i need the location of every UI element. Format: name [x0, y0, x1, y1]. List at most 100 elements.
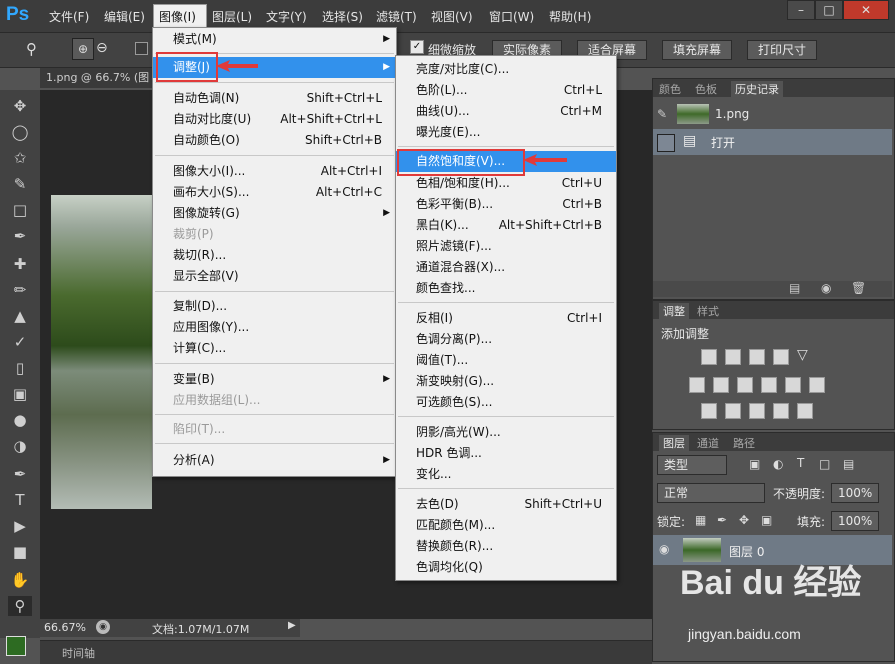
lock-pixels-icon[interactable]: ▦ — [695, 513, 706, 527]
history-step-checkbox[interactable] — [657, 134, 675, 152]
marquee-tool-icon[interactable]: ◯ — [8, 122, 32, 142]
menu-item-shadows-highlights[interactable]: 阴影/高光(W)... — [396, 422, 616, 443]
menu-item-image-rotation[interactable]: 图像旋转(G) ▶ — [153, 203, 396, 224]
menu-item-variations[interactable]: 变化... — [396, 464, 616, 485]
tab-color[interactable]: 颜色 — [659, 81, 681, 97]
invert-adjust-icon[interactable] — [701, 403, 717, 419]
hue-adjust-icon[interactable] — [689, 377, 705, 393]
status-menu-arrow-icon[interactable]: ▶ — [288, 620, 296, 631]
menu-item-photo-filter[interactable]: 照片滤镜(F)... — [396, 236, 616, 257]
channel-mixer-adjust-icon[interactable] — [785, 377, 801, 393]
tab-channels[interactable]: 通道 — [697, 435, 719, 451]
quick-select-tool-icon[interactable]: ✎ — [8, 174, 32, 194]
menu-image[interactable]: 图像(I) — [159, 8, 196, 25]
menu-help[interactable]: 帮助(H) — [549, 8, 591, 25]
menu-item-analysis[interactable]: 分析(A) ▶ — [153, 450, 396, 471]
selective-color-adjust-icon[interactable] — [797, 403, 813, 419]
move-tool-icon[interactable]: ✥ — [8, 96, 32, 116]
tab-swatches[interactable]: 色板 — [695, 81, 717, 97]
menu-filter[interactable]: 滤镜(T) — [376, 8, 417, 25]
posterize-adjust-icon[interactable] — [725, 403, 741, 419]
eyedropper-tool-icon[interactable]: ✒ — [8, 226, 32, 246]
dodge-tool-icon[interactable]: ◑ — [8, 436, 32, 456]
timeline-label[interactable]: 时间轴 — [62, 645, 95, 661]
pen-tool-icon[interactable]: ✒ — [8, 464, 32, 484]
gradient-map-adjust-icon[interactable] — [773, 403, 789, 419]
lock-brush-icon[interactable]: ✒ — [717, 513, 727, 527]
stamp-tool-icon[interactable]: ▲ — [8, 306, 32, 326]
threshold-adjust-icon[interactable] — [749, 403, 765, 419]
maximize-button[interactable]: □ — [815, 0, 843, 20]
zoom-out-icon[interactable]: ⊖ — [96, 40, 108, 56]
crop-tool-icon[interactable]: □ — [8, 200, 32, 220]
filter-pixel-icon[interactable]: ▣ — [749, 457, 760, 471]
menu-item-equalize[interactable]: 色调均化(Q) — [396, 557, 616, 578]
menu-item-hdr-toning[interactable]: HDR 色调... — [396, 443, 616, 464]
history-snapshot-row[interactable]: ✎ 1.png — [653, 101, 892, 127]
zoom-tool-icon[interactable]: ⚲ — [26, 40, 37, 58]
menu-item-hue-saturation[interactable]: 色相/饱和度(H)... Ctrl+U — [396, 173, 616, 194]
menu-item-auto-color[interactable]: 自动颜色(O) Shift+Ctrl+B — [153, 130, 396, 151]
menu-item-gradient-map[interactable]: 渐变映射(G)... — [396, 371, 616, 392]
levels-adjust-icon[interactable] — [725, 349, 741, 365]
menu-layer[interactable]: 图层(L) — [212, 8, 252, 25]
menu-item-invert[interactable]: 反相(I) Ctrl+I — [396, 308, 616, 329]
eraser-tool-icon[interactable]: ▯ — [8, 358, 32, 378]
blend-mode-select[interactable]: 正常 — [657, 483, 765, 503]
camera-icon[interactable]: ◉ — [821, 281, 831, 295]
filter-type-icon[interactable]: T — [797, 456, 804, 470]
menu-item-reveal-all[interactable]: 显示全部(V) — [153, 266, 396, 287]
resize-windows-checkbox[interactable] — [135, 42, 148, 55]
foreground-color-swatch[interactable] — [6, 636, 26, 656]
menu-item-selective-color[interactable]: 可选颜色(S)... — [396, 392, 616, 413]
menu-item-variables[interactable]: 变量(B) ▶ — [153, 369, 396, 390]
menu-item-calculations[interactable]: 计算(C)... — [153, 338, 396, 359]
tab-adjustments[interactable]: 调整 — [659, 303, 689, 319]
visibility-eye-icon[interactable]: ◉ — [659, 542, 669, 556]
menu-item-replace-color[interactable]: 替换颜色(R)... — [396, 536, 616, 557]
gradient-tool-icon[interactable]: ▣ — [8, 384, 32, 404]
tab-layers[interactable]: 图层 — [659, 435, 689, 451]
menu-item-posterize[interactable]: 色调分离(P)... — [396, 329, 616, 350]
menu-view[interactable]: 视图(V) — [431, 8, 473, 25]
minimize-button[interactable]: – — [787, 0, 815, 20]
menu-item-auto-contrast[interactable]: 自动对比度(U) Alt+Shift+Ctrl+L — [153, 109, 396, 130]
vibrance-adjust-icon[interactable]: ▽ — [797, 347, 808, 363]
menu-item-auto-tone[interactable]: 自动色调(N) Shift+Ctrl+L — [153, 88, 396, 109]
layer-filter-select[interactable]: 类型 — [657, 455, 727, 475]
menu-select[interactable]: 选择(S) — [322, 8, 363, 25]
brightness-adjust-icon[interactable] — [701, 349, 717, 365]
menu-item-channel-mixer[interactable]: 通道混合器(X)... — [396, 257, 616, 278]
status-info-icon[interactable]: ◉ — [96, 620, 110, 634]
document-tab[interactable]: 1.png @ 66.7% (图 — [40, 68, 170, 88]
menu-item-curves[interactable]: 曲线(U)... Ctrl+M — [396, 101, 616, 122]
healing-tool-icon[interactable]: ✚ — [8, 254, 32, 274]
new-document-from-state-icon[interactable]: ▤ — [789, 281, 800, 295]
photo-filter-adjust-icon[interactable] — [761, 377, 777, 393]
menu-item-match-color[interactable]: 匹配颜色(M)... — [396, 515, 616, 536]
lock-all-icon[interactable]: ▣ — [761, 513, 772, 527]
fine-zoom-checkbox[interactable]: ✓ — [410, 40, 424, 54]
tab-paths[interactable]: 路径 — [733, 435, 755, 451]
lock-position-icon[interactable]: ✥ — [739, 513, 749, 527]
filter-adjust-icon[interactable]: ◐ — [773, 457, 783, 471]
menu-item-image-size[interactable]: 图像大小(I)... Alt+Ctrl+I — [153, 161, 396, 182]
hand-tool-icon[interactable]: ✋ — [8, 570, 32, 590]
path-select-tool-icon[interactable]: ▶ — [8, 516, 32, 536]
zoom-tool-icon[interactable]: ⚲ — [8, 596, 32, 616]
menu-item-duplicate[interactable]: 复制(D)... — [153, 296, 396, 317]
bw-adjust-icon[interactable] — [737, 377, 753, 393]
close-button[interactable]: ✕ — [843, 0, 889, 20]
tab-styles[interactable]: 样式 — [697, 303, 719, 319]
type-tool-icon[interactable]: T — [8, 490, 32, 510]
exposure-adjust-icon[interactable] — [773, 349, 789, 365]
menu-item-threshold[interactable]: 阈值(T)... — [396, 350, 616, 371]
history-step-row[interactable]: ▤ 打开 — [653, 129, 892, 155]
zoom-in-icon[interactable]: ⊕ — [72, 38, 94, 60]
menu-edit[interactable]: 编辑(E) — [104, 8, 145, 25]
menu-item-color-lookup[interactable]: 颜色查找... — [396, 278, 616, 299]
menu-item-canvas-size[interactable]: 画布大小(S)... Alt+Ctrl+C — [153, 182, 396, 203]
menu-item-trim[interactable]: 裁切(R)... — [153, 245, 396, 266]
print-size-button[interactable]: 打印尺寸 — [747, 40, 818, 60]
shape-tool-icon[interactable]: ■ — [8, 542, 32, 562]
